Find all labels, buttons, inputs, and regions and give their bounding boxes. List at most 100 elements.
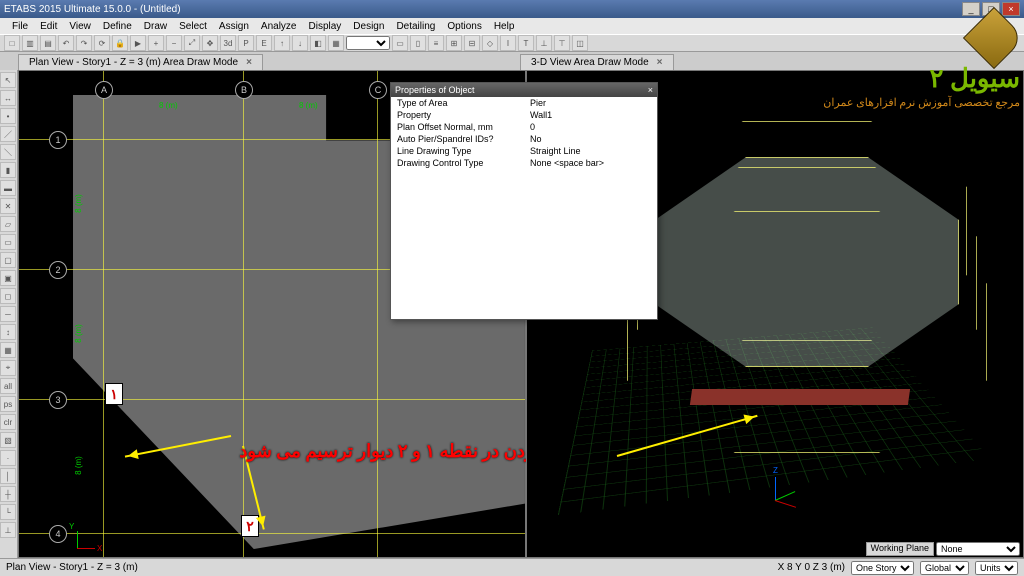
menu-select[interactable]: Select bbox=[173, 21, 213, 32]
tool-elev-icon[interactable]: E bbox=[256, 35, 272, 51]
working-plane-bar: Working Plane None bbox=[866, 542, 1020, 556]
brand-title: سیویل ۲ bbox=[823, 64, 1020, 94]
side-column-icon[interactable]: ▮ bbox=[0, 162, 16, 178]
dim-12: 8 (m) bbox=[74, 194, 83, 213]
tool-more-2-icon[interactable]: ≡ bbox=[428, 35, 444, 51]
tool-save-icon[interactable]: ▤ bbox=[40, 35, 56, 51]
tool-zoom-fit-icon[interactable]: ⤢ bbox=[184, 35, 200, 51]
tab-3d-view[interactable]: 3-D View Area Draw Mode × bbox=[520, 54, 674, 70]
dim-23: 8 (m) bbox=[74, 324, 83, 343]
side-area-icon[interactable]: ▣ bbox=[0, 270, 16, 286]
tool-object-icon[interactable]: ◧ bbox=[310, 35, 326, 51]
tab-plan-label: Plan View - Story1 - Z = 3 (m) Area Draw… bbox=[29, 57, 238, 68]
side-intsel-icon[interactable]: ▧ bbox=[0, 432, 16, 448]
tab-plan-view[interactable]: Plan View - Story1 - Z = 3 (m) Area Draw… bbox=[18, 54, 263, 70]
menu-design[interactable]: Design bbox=[347, 21, 390, 32]
tool-zoom-out-icon[interactable]: − bbox=[166, 35, 182, 51]
tab-3d-label: 3-D View Area Draw Mode bbox=[531, 57, 649, 68]
menu-detailing[interactable]: Detailing bbox=[390, 21, 441, 32]
tool-more-8-icon[interactable]: ⊥ bbox=[536, 35, 552, 51]
side-prev-icon[interactable]: ps bbox=[0, 396, 16, 412]
table-row: Drawing Control TypeNone <space bar> bbox=[391, 157, 657, 169]
tool-down-icon[interactable]: ↓ bbox=[292, 35, 308, 51]
side-reshape-icon[interactable]: ↔ bbox=[0, 90, 16, 106]
properties-titlebar[interactable]: Properties of Object × bbox=[391, 83, 657, 97]
side-frame-icon[interactable]: ／ bbox=[0, 126, 16, 142]
table-row: Line Drawing TypeStraight Line bbox=[391, 145, 657, 157]
menu-define[interactable]: Define bbox=[97, 21, 138, 32]
side-opening-icon[interactable]: ◻ bbox=[0, 288, 16, 304]
side-link-icon[interactable]: ─ bbox=[0, 306, 16, 322]
side-joint-icon[interactable]: • bbox=[0, 108, 16, 124]
menu-help[interactable]: Help bbox=[488, 21, 521, 32]
side-pointer-icon[interactable]: ↖ bbox=[0, 72, 16, 88]
tool-zoom-in-icon[interactable]: + bbox=[148, 35, 164, 51]
menu-file[interactable]: File bbox=[6, 21, 34, 32]
tool-more-4-icon[interactable]: ⊟ bbox=[464, 35, 480, 51]
gridline-b bbox=[243, 71, 244, 557]
tool-more-9-icon[interactable]: ⊤ bbox=[554, 35, 570, 51]
side-grid2-icon[interactable]: ▦ bbox=[0, 342, 16, 358]
tool-refresh-icon[interactable]: ⟳ bbox=[94, 35, 110, 51]
tool-more-3-icon[interactable]: ⊞ bbox=[446, 35, 462, 51]
tool-up-icon[interactable]: ↑ bbox=[274, 35, 290, 51]
side-beam-icon[interactable]: ▬ bbox=[0, 180, 16, 196]
side-snap-icon[interactable]: ⌖ bbox=[0, 360, 16, 376]
tool-lock-icon[interactable]: 🔒 bbox=[112, 35, 128, 51]
tool-more-5-icon[interactable]: ◇ bbox=[482, 35, 498, 51]
brand-logo-icon bbox=[963, 7, 1024, 69]
tool-plan-icon[interactable]: P bbox=[238, 35, 254, 51]
3d-wall bbox=[690, 389, 910, 405]
menu-options[interactable]: Options bbox=[441, 21, 487, 32]
properties-close-icon[interactable]: × bbox=[648, 85, 653, 95]
status-csys-dropdown[interactable]: Global bbox=[920, 561, 969, 575]
side-brace-icon[interactable]: ✕ bbox=[0, 198, 16, 214]
tool-more-1-icon[interactable]: ▯ bbox=[410, 35, 426, 51]
minimize-button[interactable]: _ bbox=[962, 2, 980, 16]
menu-draw[interactable]: Draw bbox=[138, 21, 173, 32]
working-plane-dropdown[interactable]: None bbox=[936, 542, 1020, 556]
side-slab-icon[interactable]: ▢ bbox=[0, 252, 16, 268]
tool-new-icon[interactable]: □ bbox=[4, 35, 20, 51]
table-row: Auto Pier/Spandrel IDs?No bbox=[391, 133, 657, 145]
side-end-icon[interactable]: └ bbox=[0, 504, 16, 520]
tool-more-7-icon[interactable]: T bbox=[518, 35, 534, 51]
status-story-dropdown[interactable]: One Story bbox=[851, 561, 914, 575]
properties-window[interactable]: Properties of Object × Type of AreaPier … bbox=[390, 82, 658, 320]
menu-analyze[interactable]: Analyze bbox=[255, 21, 303, 32]
side-all-icon[interactable]: all bbox=[0, 378, 16, 394]
grid-bubble-2: 2 bbox=[49, 261, 67, 279]
menu-assign[interactable]: Assign bbox=[213, 21, 255, 32]
side-clear-icon[interactable]: clr bbox=[0, 414, 16, 430]
status-units-dropdown[interactable]: Units bbox=[975, 561, 1018, 575]
tool-run-icon[interactable]: ▶ bbox=[130, 35, 146, 51]
side-point-icon[interactable]: · bbox=[0, 450, 16, 466]
point-marker-1: ۱ bbox=[105, 383, 123, 405]
tool-3d-icon[interactable]: 3d bbox=[220, 35, 236, 51]
side-quickframe-icon[interactable]: ＼ bbox=[0, 144, 16, 160]
tool-pan-icon[interactable]: ✥ bbox=[202, 35, 218, 51]
menu-display[interactable]: Display bbox=[303, 21, 348, 32]
tool-more-10-icon[interactable]: ◫ bbox=[572, 35, 588, 51]
tool-more-6-icon[interactable]: I bbox=[500, 35, 516, 51]
side-perp-icon[interactable]: ⊥ bbox=[0, 522, 16, 538]
dim-34: 8 (m) bbox=[74, 456, 83, 475]
side-mid-icon[interactable]: ┼ bbox=[0, 486, 16, 502]
grid-bubble-b: B bbox=[235, 81, 253, 99]
tool-undo-icon[interactable]: ↶ bbox=[58, 35, 74, 51]
side-wall-icon[interactable]: ▭ bbox=[0, 234, 16, 250]
side-line-icon[interactable]: │ bbox=[0, 468, 16, 484]
menu-view[interactable]: View bbox=[63, 21, 97, 32]
close-button[interactable]: × bbox=[1002, 2, 1020, 16]
tool-open-icon[interactable]: ▥ bbox=[22, 35, 38, 51]
side-floor-icon[interactable]: ▱ bbox=[0, 216, 16, 232]
tab-plan-close-icon[interactable]: × bbox=[246, 57, 252, 68]
tool-redo-icon[interactable]: ↷ bbox=[76, 35, 92, 51]
toolbar-dropdown[interactable] bbox=[346, 36, 390, 50]
side-dim-icon[interactable]: ↕ bbox=[0, 324, 16, 340]
tab-3d-close-icon[interactable]: × bbox=[657, 57, 663, 68]
menu-edit[interactable]: Edit bbox=[34, 21, 63, 32]
grid-bubble-1: 1 bbox=[49, 131, 67, 149]
tool-section-icon[interactable]: ▭ bbox=[392, 35, 408, 51]
tool-grid-icon[interactable]: ▦ bbox=[328, 35, 344, 51]
